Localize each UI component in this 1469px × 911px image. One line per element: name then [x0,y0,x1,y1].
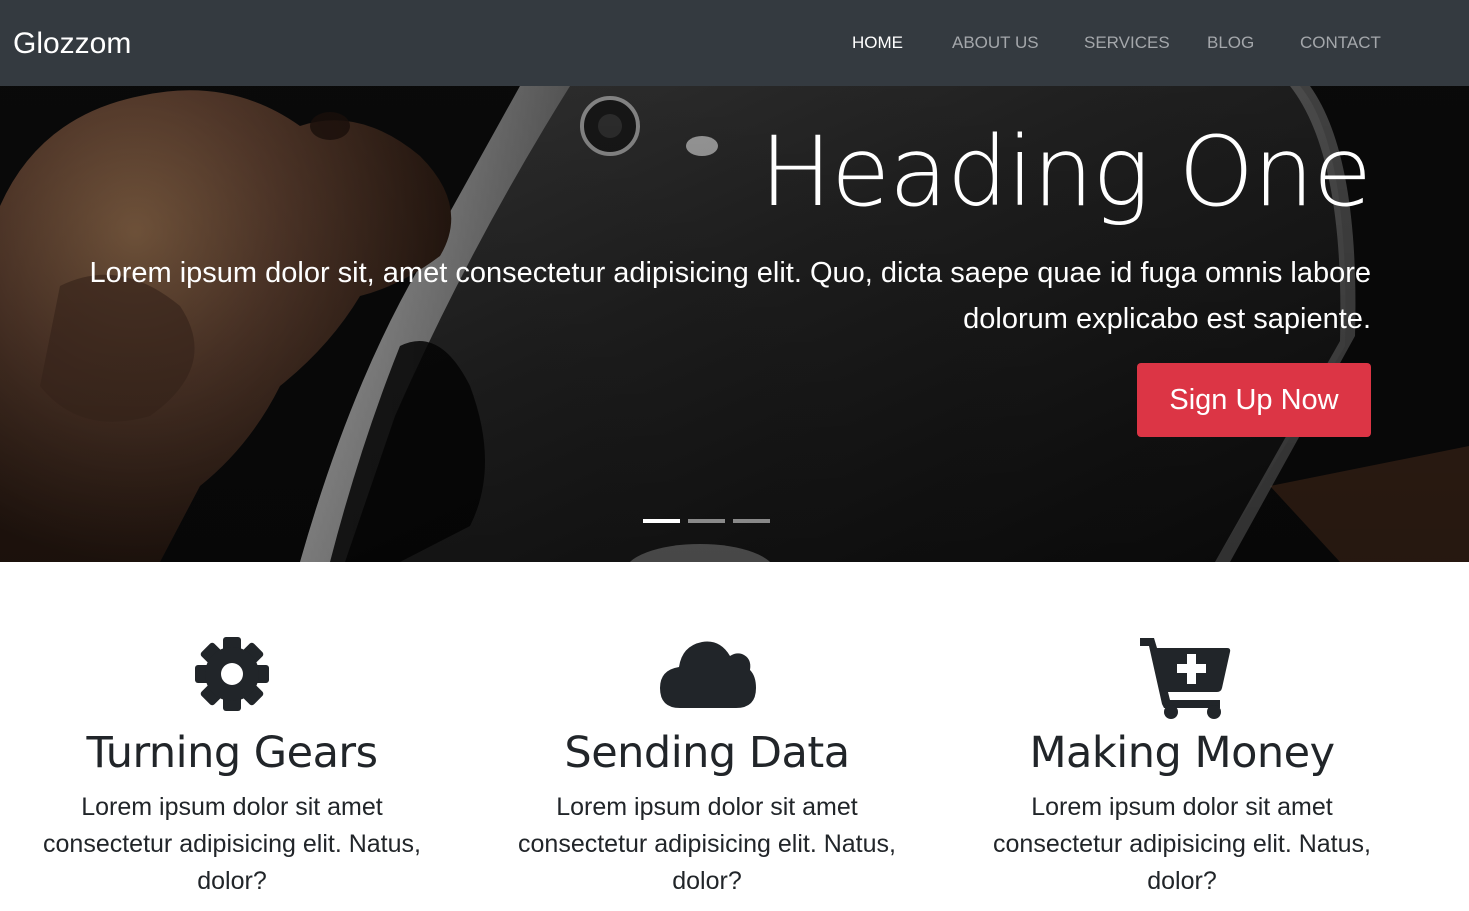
feature-title: Sending Data [564,728,850,778]
carousel-indicator-1[interactable] [643,519,680,523]
nav-links: HOME ABOUT US SERVICES BLOG CONTACT [0,31,1469,55]
navbar: Glozzom HOME ABOUT US SERVICES BLOG CONT… [0,0,1469,86]
cart-plus-icon [1140,638,1231,719]
nav-link-blog[interactable]: BLOG [1207,31,1254,55]
gear-icon [195,637,269,711]
carousel-indicator-2[interactable] [688,519,725,523]
hero-text: Lorem ipsum dolor sit, amet consectetur … [89,257,1371,335]
nav-link-contact[interactable]: CONTACT [1300,31,1381,55]
carousel-indicator-3[interactable] [733,519,770,523]
feature-title: Making Money [1029,728,1335,778]
nav-link-services[interactable]: SERVICES [1084,31,1170,55]
feature-card: Turning Gears Lorem ipsum dolor sit amet… [22,630,442,900]
sign-up-button[interactable]: Sign Up Now [1137,363,1371,437]
feature-text: Lorem ipsum dolor sit amet consectetur a… [993,793,1371,895]
feature-text: Lorem ipsum dolor sit amet consectetur a… [518,793,896,895]
feature-card: Sending Data Lorem ipsum dolor sit amet … [497,630,917,900]
feature-text: Lorem ipsum dolor sit amet consectetur a… [43,793,421,895]
feature-card: Making Money Lorem ipsum dolor sit amet … [972,630,1392,900]
hero-carousel: Heading One Lorem ipsum dolor sit, amet … [0,86,1469,562]
hero-heading: Heading One [759,116,1372,228]
nav-link-home[interactable]: HOME [852,31,903,55]
feature-title: Turning Gears [86,728,378,778]
cloud-icon [660,641,756,708]
nav-link-about-us[interactable]: ABOUT US [952,31,1039,55]
